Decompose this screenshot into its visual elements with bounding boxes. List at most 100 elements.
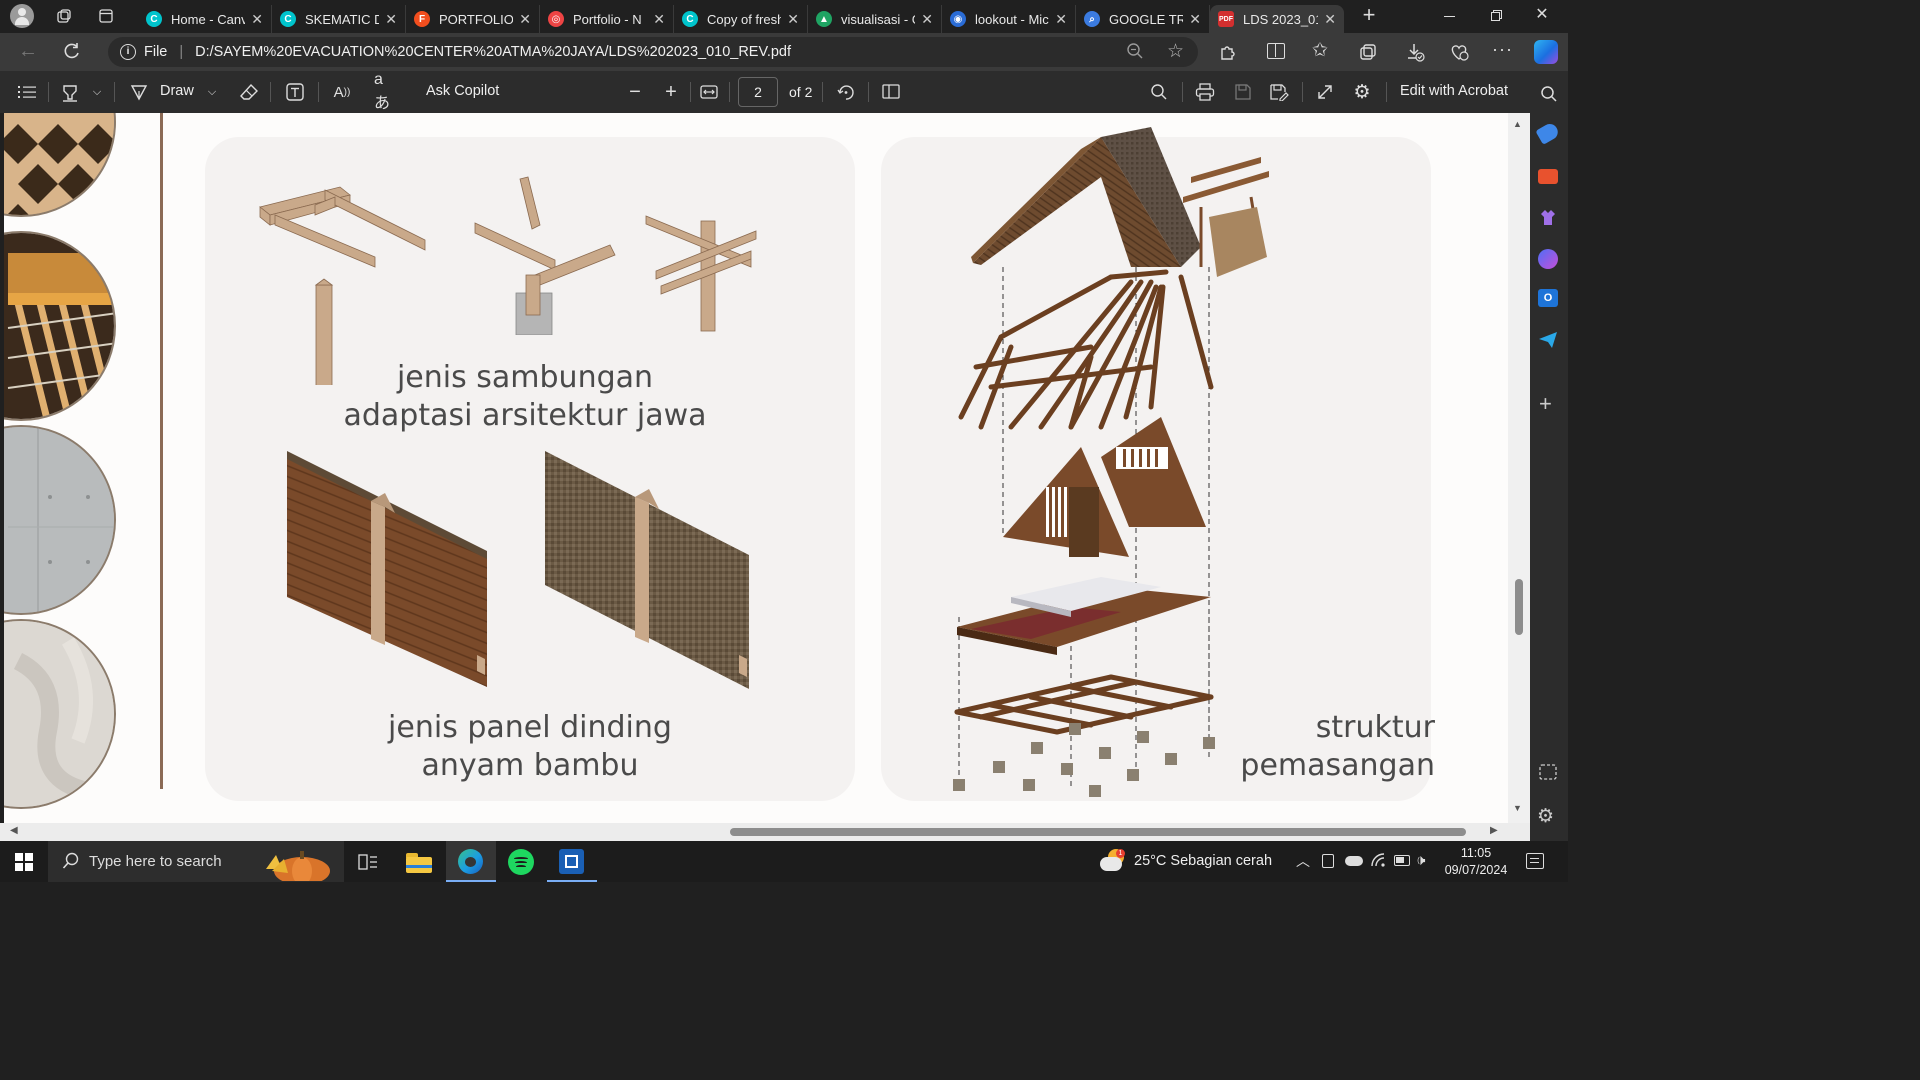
sidebar-tools-briefcase-icon[interactable] bbox=[1538, 169, 1558, 184]
tab-close-icon[interactable]: ✕ bbox=[519, 11, 531, 28]
tab-close-icon[interactable]: ✕ bbox=[787, 11, 799, 28]
tray-volume-icon[interactable]: 🕩 bbox=[1416, 852, 1425, 869]
taskbar-search-box[interactable]: Type here to search bbox=[48, 841, 344, 885]
scroll-up-arrow-icon[interactable]: ▲ bbox=[1513, 119, 1522, 129]
browser-tab[interactable]: C SKEMATIC DESIGN ✕ bbox=[272, 5, 406, 33]
info-icon[interactable]: i bbox=[120, 44, 136, 60]
vertical-scroll-thumb[interactable] bbox=[1515, 579, 1523, 635]
eraser-icon[interactable] bbox=[238, 81, 260, 103]
sidebar-copilot-m365-icon[interactable] bbox=[1538, 249, 1558, 269]
page-number-input[interactable] bbox=[738, 77, 778, 107]
tab-close-icon[interactable]: ✕ bbox=[1055, 11, 1067, 28]
edit-with-acrobat-button[interactable]: Edit with Acrobat bbox=[1400, 83, 1508, 99]
profile-avatar[interactable] bbox=[10, 4, 34, 28]
browser-tab[interactable]: ◉ lookout - Mic ✕ bbox=[942, 5, 1076, 33]
wall-panel-bamboo-weave-illustration bbox=[545, 451, 749, 689]
tab-close-icon[interactable]: ✕ bbox=[921, 11, 933, 28]
weather-icon[interactable]: 1 bbox=[1100, 849, 1126, 875]
sidebar-outlook-icon[interactable]: O bbox=[1538, 289, 1558, 307]
taskbar-edge-icon[interactable] bbox=[446, 841, 496, 882]
sidebar-search-icon[interactable] bbox=[1540, 85, 1558, 108]
taskbar-spotify-icon[interactable] bbox=[508, 849, 534, 875]
browser-tab[interactable]: C Home - Canva ✕ bbox=[138, 5, 272, 33]
sidebar-drop-send-icon[interactable] bbox=[1538, 331, 1558, 354]
split-screen-icon[interactable] bbox=[1267, 43, 1285, 59]
scroll-down-arrow-icon[interactable]: ▼ bbox=[1513, 803, 1522, 813]
notification-center-icon[interactable] bbox=[1526, 853, 1544, 869]
rotate-icon[interactable] bbox=[835, 81, 857, 103]
copilot-icon[interactable] bbox=[1534, 40, 1558, 64]
tab-actions-icon[interactable] bbox=[94, 4, 118, 28]
contents-list-icon[interactable] bbox=[16, 82, 38, 102]
print-icon[interactable] bbox=[1194, 81, 1216, 103]
sidebar-settings-gear-icon[interactable]: ⚙ bbox=[1537, 805, 1554, 828]
favorites-icon[interactable]: ✩ bbox=[1312, 39, 1328, 62]
sidebar-screenshot-icon[interactable] bbox=[1538, 763, 1558, 786]
tray-meet-now-icon[interactable] bbox=[1322, 854, 1334, 868]
tab-close-icon[interactable]: ✕ bbox=[1189, 11, 1201, 28]
collections-icon[interactable] bbox=[1358, 42, 1378, 67]
tray-battery-icon[interactable] bbox=[1394, 855, 1410, 866]
minimize-button[interactable] bbox=[1440, 6, 1460, 26]
tab-title: visualisasi - G bbox=[841, 11, 916, 27]
horizontal-scroll-thumb[interactable] bbox=[730, 828, 1466, 836]
tab-close-icon[interactable]: ✕ bbox=[653, 11, 665, 28]
sidebar-games-icon[interactable] bbox=[1538, 207, 1558, 227]
taskbar-clock[interactable]: 11:05 09/07/2024 bbox=[1444, 845, 1508, 879]
back-button[interactable]: ← bbox=[18, 41, 40, 63]
sidebar-shopping-tag-icon[interactable] bbox=[1535, 121, 1561, 145]
draw-dropdown-chevron-icon[interactable]: ⌵ bbox=[205, 83, 219, 101]
translate-icon[interactable]: aあ bbox=[374, 71, 398, 112]
weather-text[interactable]: 25°C Sebagian cerah bbox=[1134, 853, 1272, 869]
browser-tab[interactable]: PDF LDS 2023_010 ✕ bbox=[1210, 5, 1344, 33]
vertical-scrollbar[interactable]: ▲ ▼ bbox=[1508, 113, 1530, 823]
save-as-icon[interactable] bbox=[1268, 81, 1290, 103]
horizontal-scrollbar[interactable]: ◀ ▶ bbox=[0, 823, 1530, 841]
zoom-icon[interactable] bbox=[1126, 42, 1144, 64]
start-windows-icon[interactable] bbox=[15, 853, 33, 871]
zoom-in-icon[interactable]: + bbox=[662, 81, 680, 103]
draw-pen-icon[interactable] bbox=[128, 81, 150, 103]
highlight-icon[interactable] bbox=[58, 81, 82, 103]
browser-tab[interactable]: ▲ visualisasi - G ✕ bbox=[808, 5, 942, 33]
add-text-icon[interactable] bbox=[284, 81, 306, 103]
task-view-icon[interactable] bbox=[358, 853, 378, 876]
new-tab-button[interactable]: + bbox=[1356, 4, 1382, 28]
favorite-star-icon[interactable]: ☆ bbox=[1167, 40, 1184, 63]
downloads-icon[interactable] bbox=[1404, 41, 1426, 68]
browser-tab[interactable]: ◎ Portfolio - N ✕ bbox=[540, 5, 674, 33]
browser-tab[interactable]: ⌕ GOOGLE TRANS ✕ bbox=[1076, 5, 1210, 33]
zoom-out-icon[interactable]: − bbox=[626, 81, 644, 103]
refresh-button[interactable] bbox=[62, 41, 84, 63]
tray-onedrive-cloud-icon[interactable] bbox=[1345, 856, 1363, 866]
fullscreen-icon[interactable] bbox=[1314, 81, 1336, 103]
address-field[interactable]: i File | D:/SAYEM%20EVACUATION%20CENTER%… bbox=[108, 37, 1198, 67]
browser-essentials-icon[interactable] bbox=[1448, 41, 1470, 68]
tray-wifi-icon[interactable] bbox=[1370, 852, 1388, 873]
ask-copilot-button[interactable]: Ask Copilot bbox=[426, 83, 499, 99]
close-window-button[interactable]: ✕ bbox=[1532, 4, 1552, 24]
read-aloud-icon[interactable]: A)) bbox=[330, 81, 354, 103]
sidebar-add-icon[interactable]: + bbox=[1539, 391, 1552, 417]
tab-close-icon[interactable]: ✕ bbox=[251, 11, 263, 28]
settings-more-icon[interactable]: ··· bbox=[1492, 39, 1513, 60]
search-pdf-icon[interactable] bbox=[1148, 81, 1170, 103]
fit-width-icon[interactable] bbox=[699, 82, 719, 102]
pdf-settings-gear-icon[interactable]: ⚙ bbox=[1350, 80, 1374, 104]
browser-tab[interactable]: F PORTFOLIO ✕ bbox=[406, 5, 540, 33]
extensions-icon[interactable] bbox=[1218, 42, 1238, 67]
taskbar-sketchup-icon[interactable] bbox=[547, 841, 597, 882]
draw-button[interactable]: Draw bbox=[160, 83, 194, 99]
browser-tab[interactable]: C Copy of fresh ✕ bbox=[674, 5, 808, 33]
scroll-left-arrow-icon[interactable]: ◀ bbox=[10, 825, 18, 836]
tray-overflow-chevron-icon[interactable]: ︿ bbox=[1296, 851, 1310, 871]
tab-close-icon[interactable]: ✕ bbox=[1324, 11, 1336, 28]
scroll-right-arrow-icon[interactable]: ▶ bbox=[1490, 825, 1498, 836]
page-view-icon[interactable] bbox=[880, 81, 902, 103]
highlight-dropdown-chevron-icon[interactable]: ⌵ bbox=[90, 83, 104, 101]
workspaces-icon[interactable] bbox=[52, 4, 76, 28]
restore-button[interactable] bbox=[1487, 6, 1507, 26]
taskbar-file-explorer-icon[interactable] bbox=[406, 851, 432, 873]
tab-close-icon[interactable]: ✕ bbox=[385, 11, 397, 28]
save-icon[interactable] bbox=[1232, 81, 1254, 103]
